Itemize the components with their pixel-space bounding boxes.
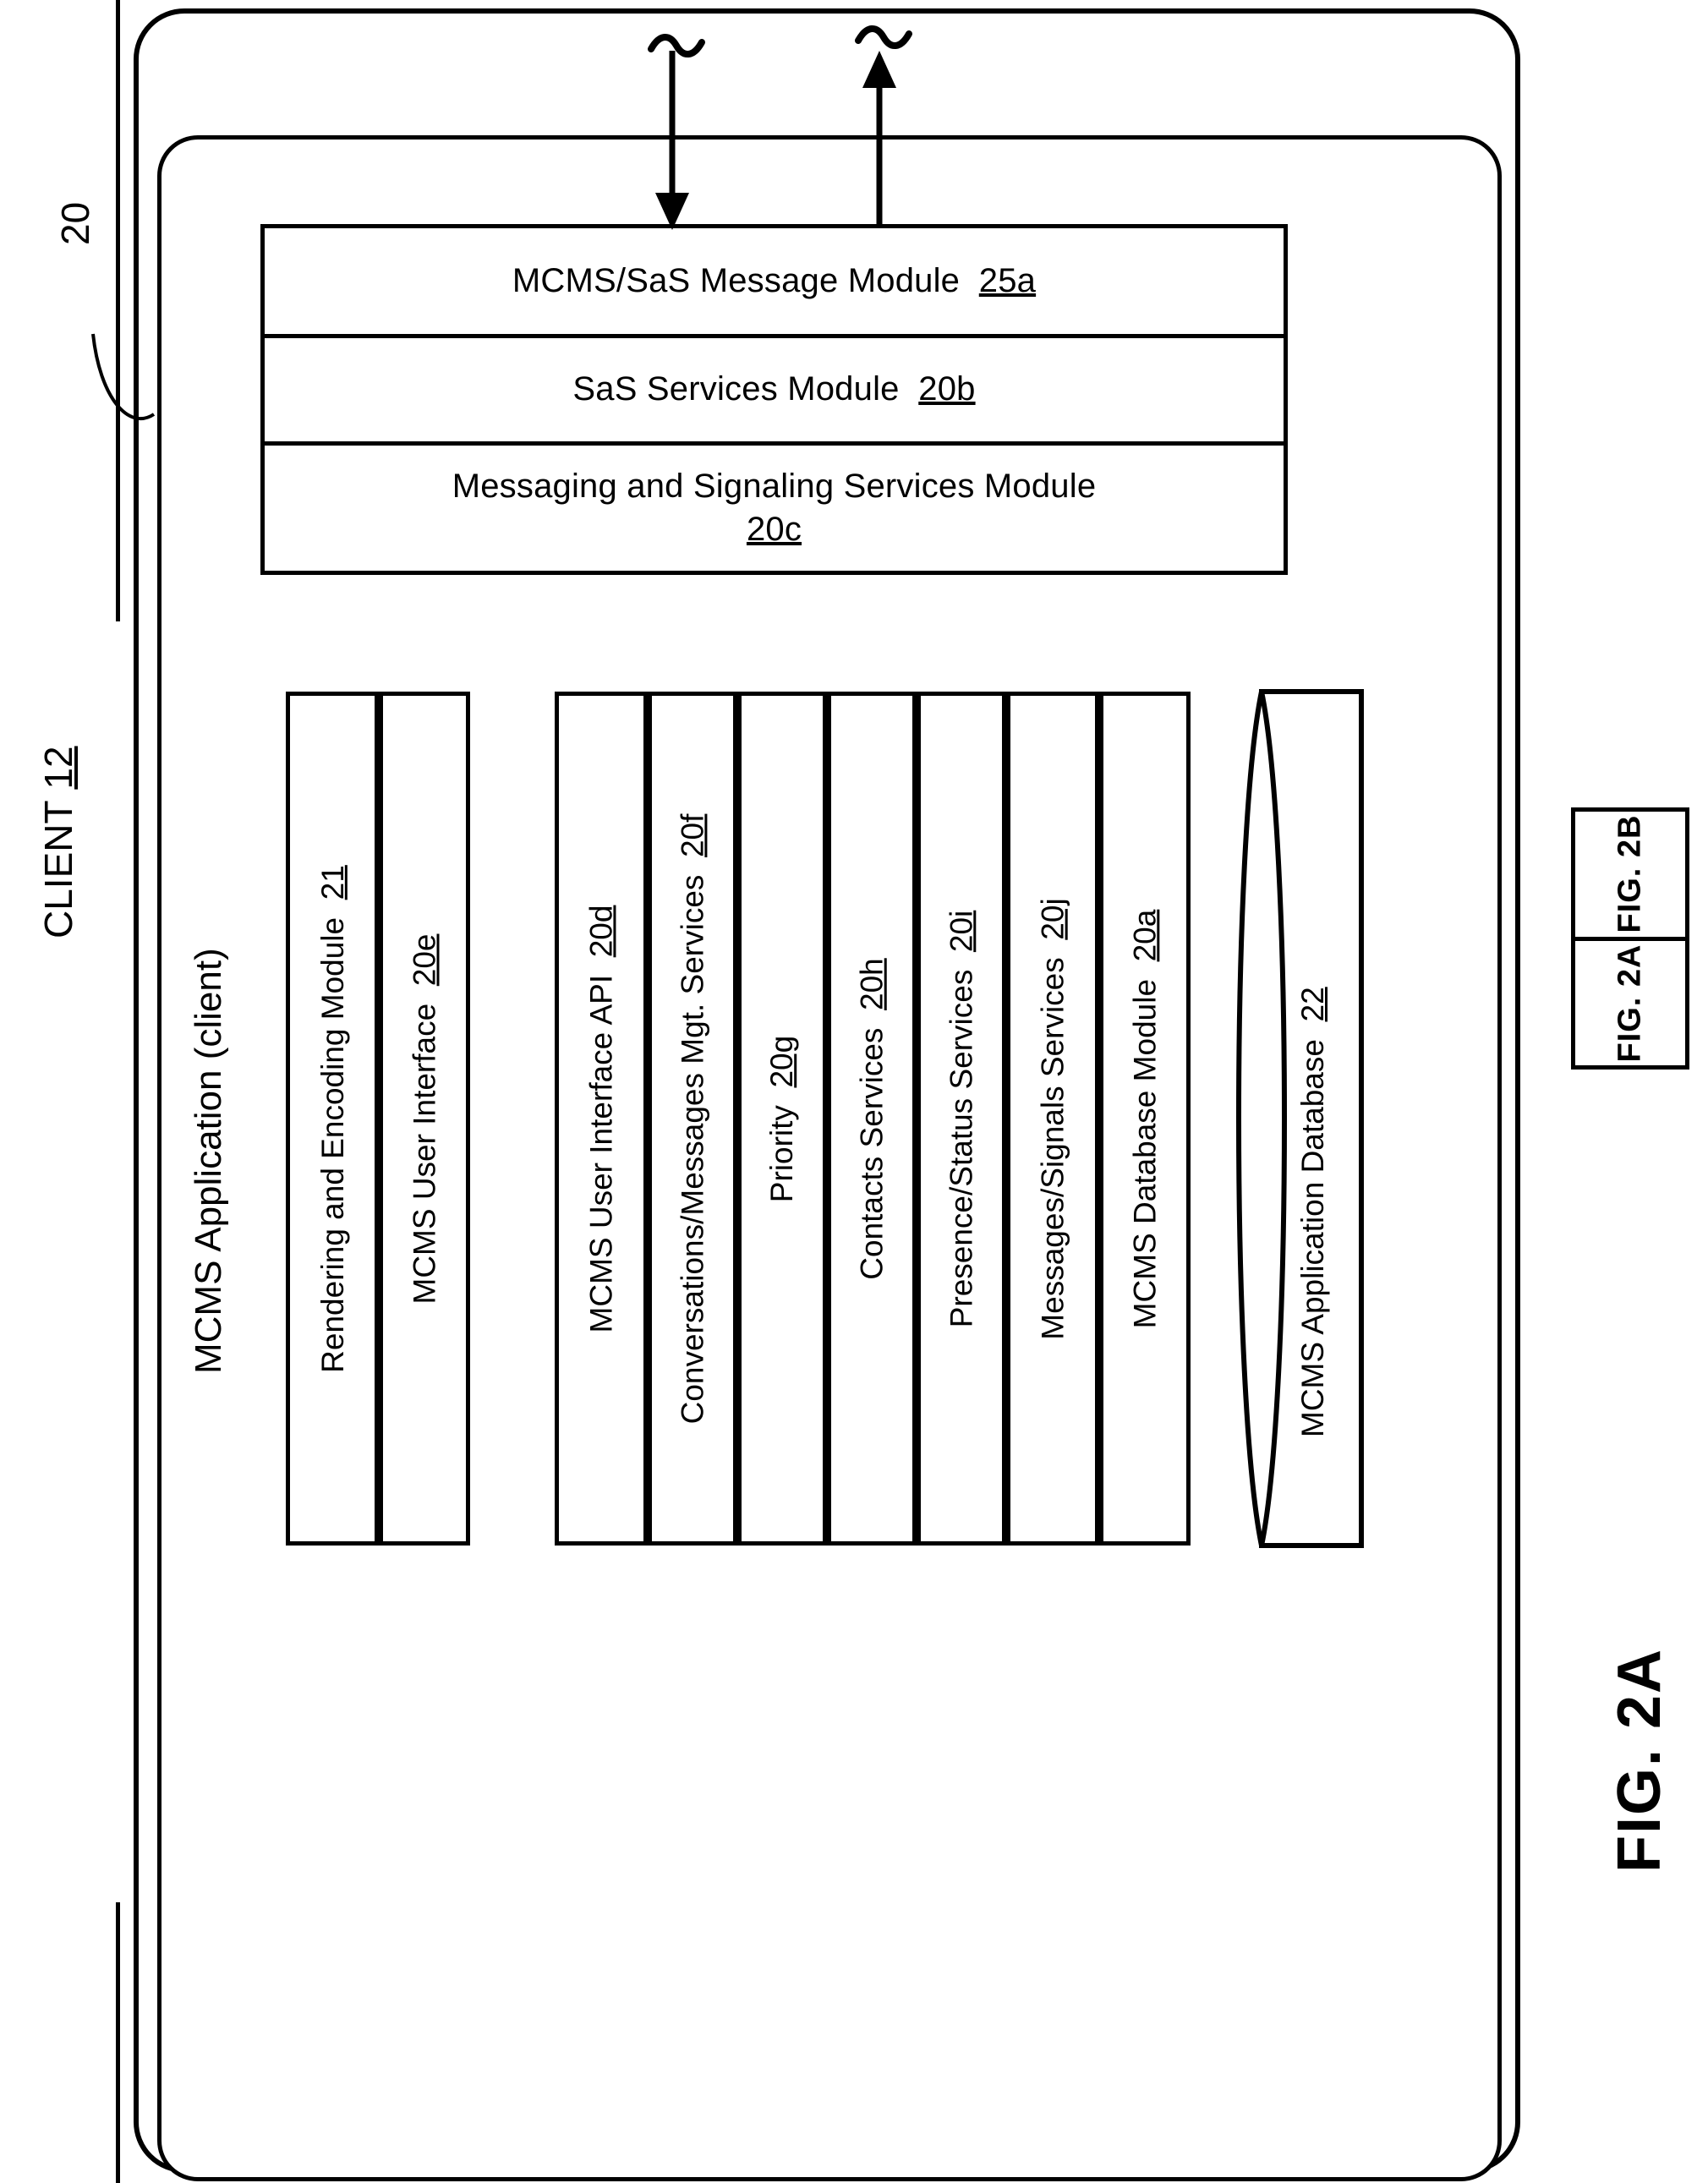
module-presence-status-services[interactable]: Presence/Status Services 20i bbox=[917, 692, 1006, 1546]
module-mcms-sas-message[interactable]: MCMS/SaS Message Module 25a bbox=[265, 228, 1284, 338]
module-label: MCMS/SaS Message Module bbox=[512, 261, 961, 299]
module-refnum: 20g bbox=[764, 1035, 800, 1088]
patent-figure-page: 20 CLIENT 12 MCMS Application (client) M… bbox=[0, 0, 1708, 2183]
top-module-stack: MCMS/SaS Message Module 25a SaS Services… bbox=[260, 224, 1288, 575]
figure-title: FIG. 2A bbox=[1606, 1647, 1673, 1873]
module-sas-services[interactable]: SaS Services Module 20b bbox=[265, 338, 1284, 446]
module-label: Messages/Signals Services bbox=[1035, 956, 1070, 1340]
module-refnum: 20h bbox=[854, 957, 890, 1010]
module-label: Messaging and Signaling Services Module bbox=[452, 467, 1097, 505]
module-label: Priority bbox=[764, 1104, 800, 1202]
sheet-border-left-rule bbox=[116, 0, 120, 621]
module-conversations-messages-mgt-services[interactable]: Conversations/Messages Mgt. Services 20f bbox=[648, 692, 737, 1546]
module-messages-signals-services[interactable]: Messages/Signals Services 20j bbox=[1006, 692, 1099, 1546]
module-messaging-signaling-services[interactable]: Messaging and Signaling Services Module … bbox=[265, 446, 1284, 571]
module-label: Presence/Status Services bbox=[944, 969, 979, 1327]
module-rendering-and-encoding[interactable]: Rendering and Encoding Module 21 bbox=[286, 692, 379, 1546]
module-label: Contacts Services bbox=[854, 1027, 890, 1280]
module-refnum: 20i bbox=[944, 910, 979, 952]
figure-key-cell-2b: FIG. 2B bbox=[1575, 812, 1685, 941]
module-label: Rendering and Encoding Module bbox=[315, 916, 350, 1373]
module-contacts-services[interactable]: Contacts Services 20h bbox=[827, 692, 917, 1546]
module-priority[interactable]: Priority 20g bbox=[737, 692, 827, 1546]
module-refnum: 20c bbox=[746, 511, 802, 548]
mcms-application-database-label: MCMS Application Database 22 bbox=[1295, 987, 1330, 1437]
figure-key-cell-2a: FIG. 2A bbox=[1612, 944, 1648, 1063]
sheet-border-bottom-left-rule bbox=[116, 1902, 120, 2183]
module-label: MCMS Database Module bbox=[1127, 978, 1163, 1328]
module-refnum: 20e bbox=[407, 933, 442, 986]
figure-key-box: FIG. 2B FIG. 2A bbox=[1571, 807, 1689, 1070]
module-refnum: 20b bbox=[918, 370, 976, 408]
module-refnum: 25a bbox=[978, 261, 1037, 299]
client-label: CLIENT 12 bbox=[36, 746, 80, 938]
module-refnum: 20a bbox=[1127, 909, 1163, 961]
module-refnum: 20j bbox=[1035, 897, 1070, 940]
module-refnum: 21 bbox=[315, 864, 350, 900]
module-label: MCMS User Interface API bbox=[583, 974, 619, 1332]
module-label: MCMS User Interface bbox=[407, 1003, 442, 1304]
module-mcms-user-interface-api[interactable]: MCMS User Interface API 20d bbox=[555, 692, 648, 1546]
module-label: Conversations/Messages Mgt. Services bbox=[675, 874, 710, 1424]
module-refnum: 20d bbox=[583, 905, 619, 957]
mcms-application-label: MCMS Application (client) bbox=[188, 948, 229, 1374]
sheet-reference-number: 20 bbox=[53, 201, 97, 245]
module-mcms-database[interactable]: MCMS Database Module 20a bbox=[1099, 692, 1191, 1546]
client-refnum: 12 bbox=[36, 746, 80, 790]
database-refnum: 22 bbox=[1295, 987, 1330, 1022]
module-label: SaS Services Module bbox=[572, 370, 900, 408]
module-refnum: 20f bbox=[675, 813, 710, 857]
module-mcms-user-interface[interactable]: MCMS User Interface 20e bbox=[379, 692, 470, 1546]
